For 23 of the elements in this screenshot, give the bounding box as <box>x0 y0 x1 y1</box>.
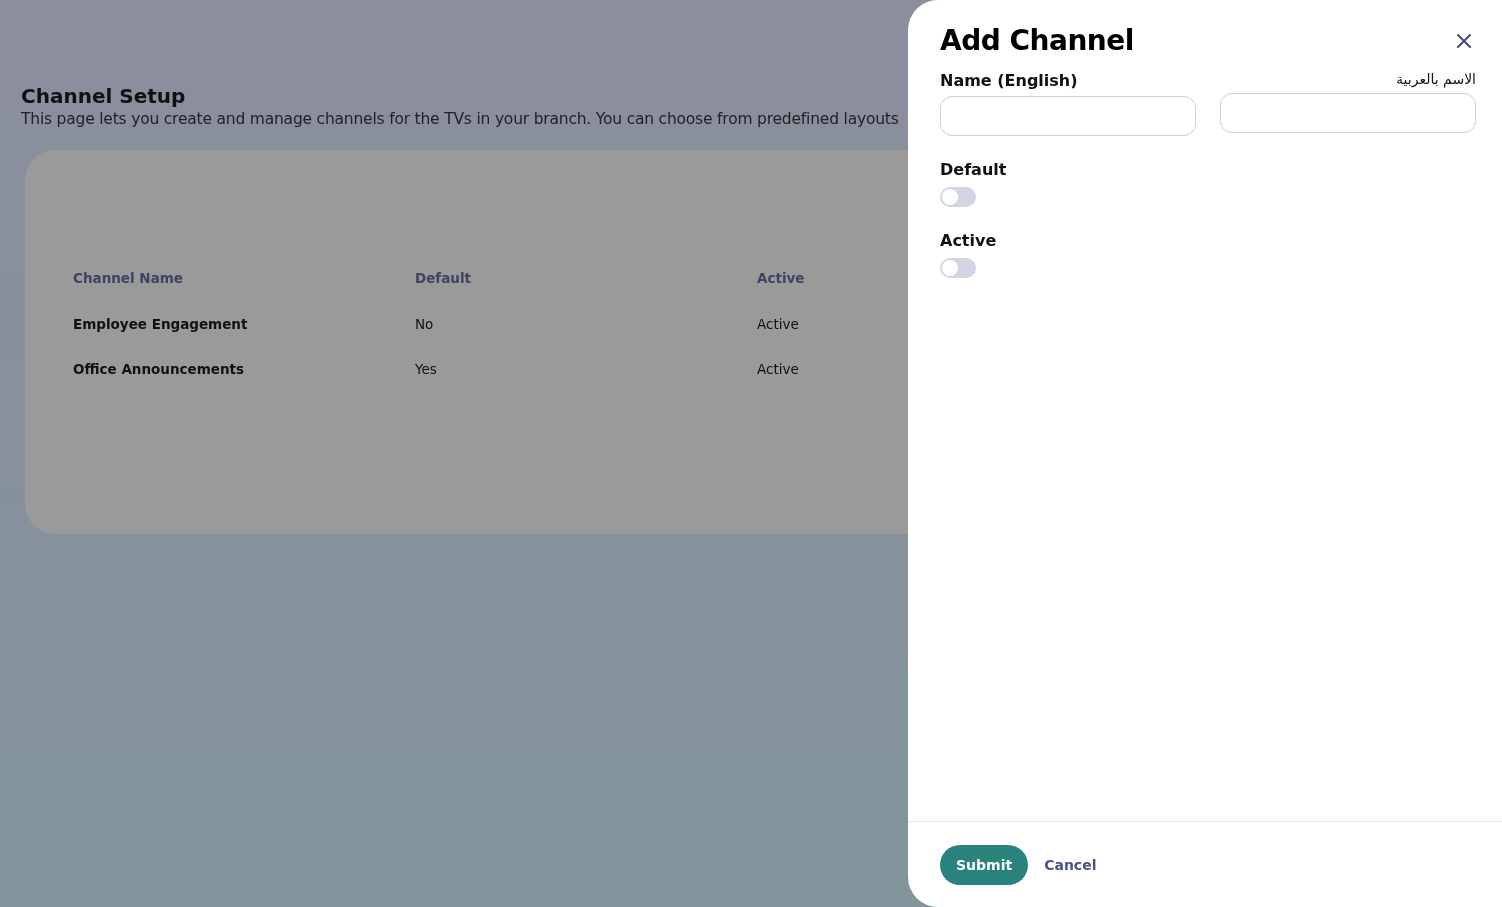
table-cell-text: Active <box>757 359 799 379</box>
column-header: Active <box>757 268 805 288</box>
drawer-title: Add Channel <box>940 24 1134 57</box>
table-cell-text: Office Announcements <box>73 359 245 379</box>
submit-button[interactable]: Submit <box>940 844 1029 885</box>
toggle-label: Active <box>940 231 997 250</box>
table-cell-text: Employee Engagement <box>73 314 248 334</box>
input-field[interactable] <box>940 96 1196 136</box>
toggle-label: Default <box>940 160 1007 179</box>
table-cell-text: Yes <box>415 359 437 379</box>
column-header: Channel Name <box>73 268 183 288</box>
table-cell-text: Active <box>757 314 799 334</box>
field-label: Name (English) <box>940 71 1078 90</box>
field-label: الاسم بالعربية <box>1396 71 1476 87</box>
close-icon <box>1456 32 1472 49</box>
toggle-switch[interactable] <box>940 187 976 207</box>
input-field[interactable] <box>1220 93 1476 133</box>
page-title: Channel Setup <box>21 84 187 108</box>
cancel-button[interactable]: Cancel <box>1044 856 1097 873</box>
column-header: Default <box>415 268 472 288</box>
toggle-switch[interactable] <box>940 258 976 278</box>
table-cell-text: No <box>415 314 434 334</box>
page-description: This page lets you create and manage channels for the TVs in your branch. You can choose from predefined layouts <box>21 110 900 128</box>
